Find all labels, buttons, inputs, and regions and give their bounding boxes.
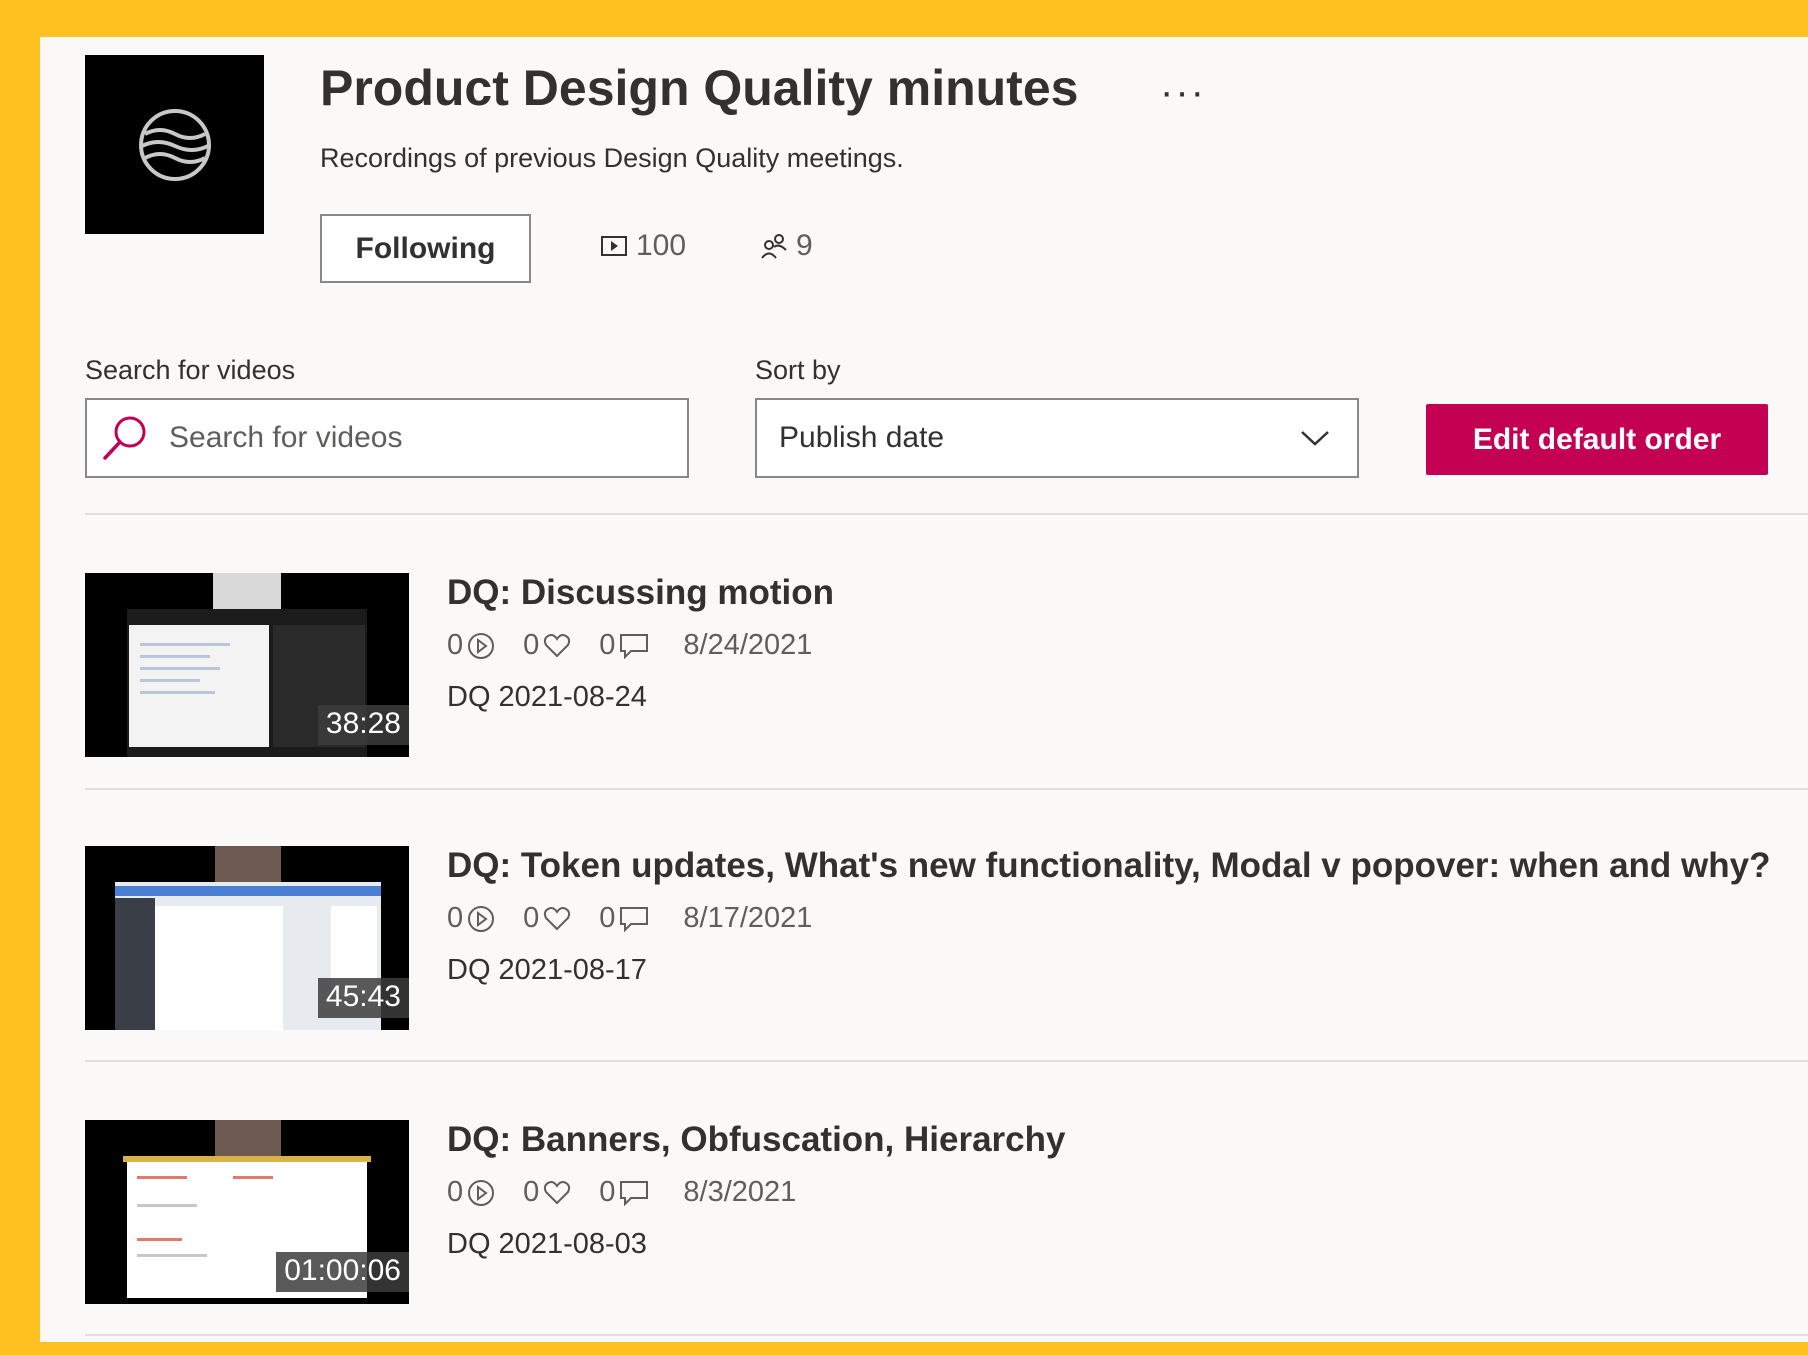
divider: [85, 513, 1808, 515]
comment-icon: [620, 906, 649, 932]
chevron-down-icon: [1301, 431, 1329, 446]
view-count: 0: [447, 629, 464, 661]
video-thumbnail[interactable]: 45:43: [85, 846, 409, 1030]
publish-date: 8/3/2021: [683, 1176, 797, 1208]
video-description: DQ 2021-08-03: [447, 1228, 647, 1260]
following-button[interactable]: Following: [320, 214, 531, 283]
video-duration: 01:00:06: [276, 1252, 409, 1292]
people-icon: [761, 234, 787, 259]
sort-value: Publish date: [779, 421, 945, 454]
comment-count: 0: [599, 629, 616, 661]
video-count: 100: [600, 229, 686, 263]
sort-dropdown[interactable]: Publish date: [755, 398, 1359, 478]
video-thumbnail[interactable]: 01:00:06: [85, 1120, 409, 1304]
channel-logo: [85, 55, 264, 234]
heart-icon: [544, 1180, 571, 1204]
comment-icon: [620, 633, 649, 659]
video-icon: [601, 236, 627, 256]
video-title[interactable]: DQ: Discussing motion: [447, 573, 834, 613]
channel-title: Product Design Quality minutes: [320, 60, 1079, 116]
divider: [85, 788, 1808, 790]
like-count: 0: [523, 902, 540, 934]
video-duration: 38:28: [317, 705, 409, 745]
more-options-button[interactable]: ···: [1160, 72, 1206, 112]
video-item-token-updates[interactable]: 45:43 DQ: Token updates, What's new func…: [85, 846, 1808, 1030]
publish-date: 8/17/2021: [683, 902, 813, 934]
channel-description: Recordings of previous Design Quality me…: [320, 143, 904, 173]
follower-count-value: 9: [796, 229, 813, 262]
publish-date: 8/24/2021: [683, 629, 813, 661]
video-item-banners[interactable]: 01:00:06 DQ: Banners, Obfuscation, Hiera…: [85, 1120, 1808, 1304]
waves-icon: [138, 108, 211, 181]
comment-count: 0: [599, 1176, 616, 1208]
divider: [85, 1334, 1808, 1336]
video-item-discussing-motion[interactable]: 38:28 DQ: Discussing motion 0 0 0 8/24/2…: [85, 573, 1808, 757]
video-description: DQ 2021-08-24: [447, 681, 647, 713]
video-meta: 0 0 0 8/3/2021: [447, 1176, 796, 1209]
video-duration: 45:43: [317, 978, 409, 1018]
edit-default-order-button[interactable]: Edit default order: [1426, 404, 1768, 475]
video-meta: 0 0 0 8/24/2021: [447, 629, 812, 662]
view-count: 0: [447, 902, 464, 934]
channel-page: Product Design Quality minutes ··· Recor…: [40, 37, 1808, 1342]
search-box[interactable]: [85, 398, 689, 478]
video-meta: 0 0 0 8/17/2021: [447, 902, 812, 935]
video-title[interactable]: DQ: Banners, Obfuscation, Hierarchy: [447, 1120, 1065, 1160]
heart-icon: [544, 906, 571, 930]
video-thumbnail[interactable]: 38:28: [85, 573, 409, 757]
sort-label: Sort by: [755, 355, 841, 385]
follower-count: 9: [760, 229, 813, 263]
video-description: DQ 2021-08-17: [447, 954, 647, 986]
view-count: 0: [447, 1176, 464, 1208]
search-label: Search for videos: [85, 355, 296, 385]
comment-count: 0: [599, 902, 616, 934]
search-input[interactable]: [153, 399, 687, 477]
like-count: 0: [523, 1176, 540, 1208]
video-title[interactable]: DQ: Token updates, What's new functional…: [447, 846, 1771, 886]
comment-icon: [620, 1180, 649, 1206]
like-count: 0: [523, 629, 540, 661]
heart-icon: [544, 633, 571, 657]
play-circle-icon: [468, 1179, 495, 1206]
divider: [85, 1060, 1808, 1062]
video-count-value: 100: [636, 229, 687, 262]
search-icon: [97, 410, 153, 466]
play-circle-icon: [468, 632, 495, 659]
play-circle-icon: [468, 905, 495, 932]
